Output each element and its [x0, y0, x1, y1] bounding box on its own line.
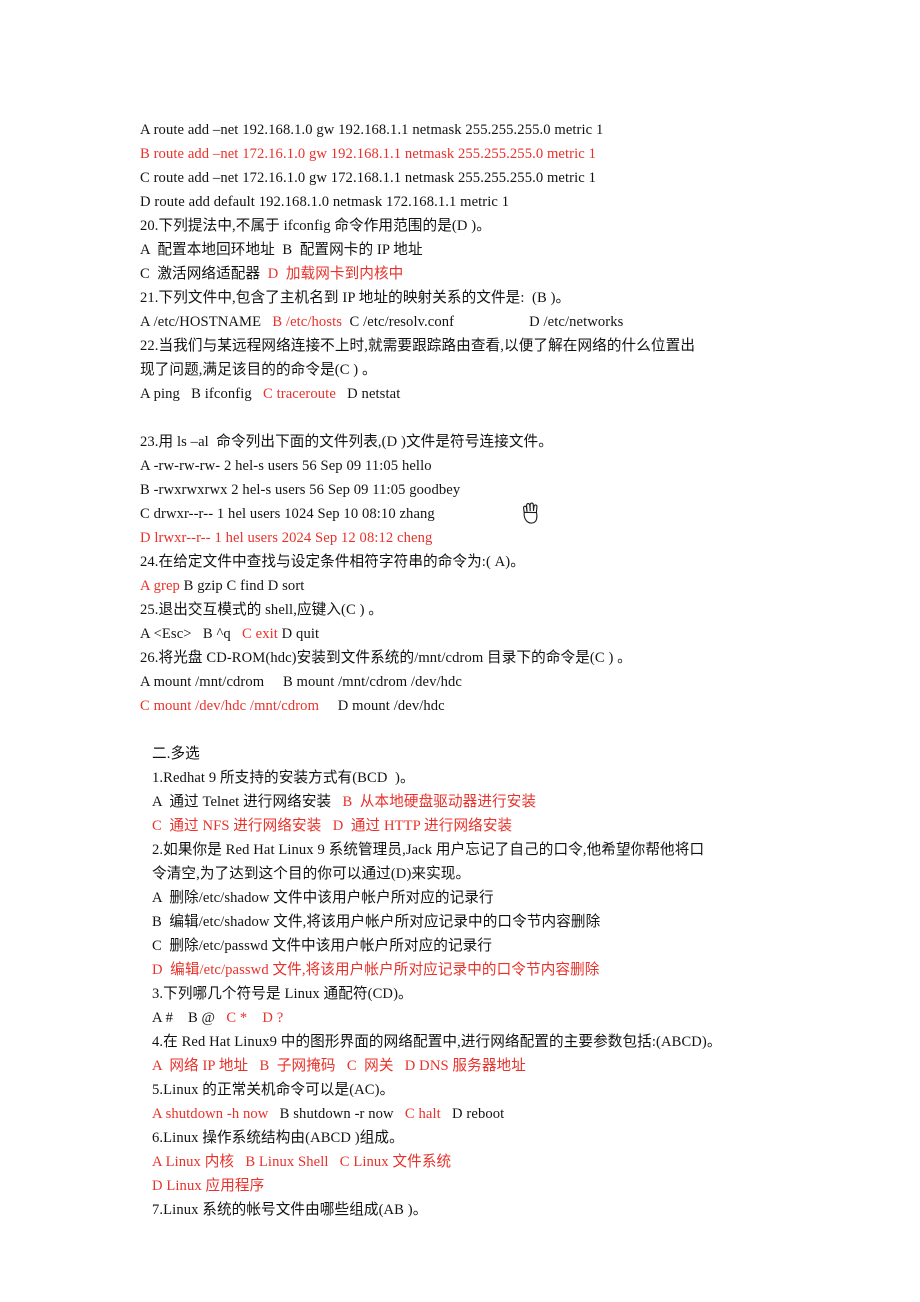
multi-choice-m3-options-seg-0: A # B @ — [152, 1010, 227, 1026]
multi-choice-m4-stem: 4.在 Red Hat Linux9 中的图形界面的网络配置中,进行网络配置的主… — [152, 1034, 722, 1050]
section-two-heading-wrap: 二.多选 — [152, 742, 780, 766]
multi-choice-m3-stem: 3.下列哪几个符号是 Linux 通配符(CD)。 — [152, 986, 413, 1002]
single-choice-q22-stem-2: 现了问题,满足该目的的命令是(C ) 。 — [140, 362, 377, 378]
single-choice-q25-options-seg-2: D quit — [277, 626, 320, 642]
multi-choice-m2-stem-2: 令清空,为了达到这个目的你可以通过(D)来实现。 — [152, 866, 471, 882]
single-choice-q25-options: A <Esc> B ^q C exit D quit — [140, 622, 780, 646]
single-choice-q20-cd: C 激活网络适配器 D 加载网卡到内核中 — [140, 262, 780, 286]
single-choice-q22-options-seg-0: A ping B ifconfig — [140, 386, 263, 402]
document-body: A route add –net 192.168.1.0 gw 192.168.… — [140, 118, 780, 1222]
single-choice-q26-cd-seg-0: C mount /dev/hdc /mnt/cdrom — [140, 698, 320, 714]
single-choice-q19-c: C route add –net 172.16.1.0 gw 172.168.1… — [140, 170, 597, 186]
multi-choice-m2-c: C 删除/etc/passwd 文件中该用户帐户所对应的记录行 — [152, 938, 493, 954]
single-choice-blank-1 — [140, 406, 780, 430]
multi-choice-m5-options-seg-0: A shutdown -h now — [152, 1106, 269, 1122]
section-single-choice: A route add –net 192.168.1.0 gw 192.168.… — [140, 118, 780, 718]
single-choice-q21-options: A /etc/HOSTNAME B /etc/hosts C /etc/reso… — [140, 310, 780, 334]
multi-choice-m2-stem-1: 2.如果你是 Red Hat Linux 9 系统管理员,Jack 用户忘记了自… — [152, 842, 705, 858]
single-choice-q22-options-seg-2: D netstat — [335, 386, 401, 402]
multi-choice-m6-stem: 6.Linux 操作系统结构由(ABCD )组成。 — [152, 1130, 404, 1146]
single-choice-q25-stem: 25.退出交互模式的 shell,应键入(C ) 。 — [140, 602, 383, 618]
single-choice-q26-stem: 26.将光盘 CD-ROM(hdc)安装到文件系统的/mnt/cdrom 目录下… — [140, 650, 632, 666]
single-choice-q21-stem: 21.下列文件中,包含了主机名到 IP 地址的映射关系的文件是: (B )。 — [140, 290, 571, 306]
multi-choice-m5-options: A shutdown -h now B shutdown -r now C ha… — [152, 1102, 780, 1126]
single-choice-q22-stem-1: 22.当我们与某远程网络连接不上时,就需要跟踪路由查看,以便了解在网络的什么位置… — [140, 338, 696, 354]
single-choice-q20-cd-seg-0: C 激活网络适配器 — [140, 266, 268, 282]
multi-choice-m5-options-seg-3: D reboot — [440, 1106, 505, 1122]
single-choice-q21-options-seg-1: B /etc/hosts — [272, 314, 343, 330]
single-choice-q26-cd-seg-1: D mount /dev/hdc — [319, 698, 445, 714]
single-choice-q24-options: A grep B gzip C find D sort — [140, 574, 780, 598]
multi-choice-m5-options-seg-1: B shutdown -r now — [268, 1106, 405, 1122]
single-choice-q20-ab: A 配置本地回环地址 B 配置网卡的 IP 地址 — [140, 242, 423, 258]
single-choice-q24-options-seg-1: B gzip C find D sort — [179, 578, 305, 594]
single-choice-q19-d: D route add default 192.168.1.0 netmask … — [140, 194, 510, 210]
multi-choice-m3-options-seg-1: C * D ? — [226, 1010, 284, 1026]
multi-choice-m2-b: B 编辑/etc/shadow 文件,将该用户帐户所对应记录中的口令节内容删除 — [152, 914, 601, 930]
multi-choice-m4-options: A 网络 IP 地址 B 子网掩码 C 网关 D DNS 服务器地址 — [152, 1058, 526, 1074]
multi-choice-m7-stem: 7.Linux 系统的帐号文件由哪些组成(AB )。 — [152, 1202, 428, 1218]
single-choice-q21-options-seg-2: C /etc/resolv.conf D /etc/networks — [342, 314, 624, 330]
document-page: A route add –net 192.168.1.0 gw 192.168.… — [0, 0, 920, 1302]
section-two-heading: 二.多选 — [152, 746, 200, 762]
single-choice-q25-options-seg-1: C exit — [242, 626, 278, 642]
single-choice-q20-cd-seg-1: D 加载网卡到内核中 — [267, 266, 404, 282]
single-choice-q23-a: A -rw-rw-rw- 2 hel-s users 56 Sep 09 11:… — [140, 458, 432, 474]
multi-choice-m2-d: D 编辑/etc/passwd 文件,将该用户帐户所对应记录中的口令节内容删除 — [152, 962, 600, 978]
single-choice-q24-options-seg-0: A grep — [140, 578, 180, 594]
single-choice-q19-a: A route add –net 192.168.1.0 gw 192.168.… — [140, 122, 604, 138]
single-choice-q20-stem: 20.下列提法中,不属于 ifconfig 命令作用范围的是(D )。 — [140, 218, 491, 234]
single-choice-q22-options: A ping B ifconfig C traceroute D netstat — [140, 382, 780, 406]
section-multiple-choice: 1.Redhat 9 所支持的安装方式有(BCD )。 A 通过 Telnet 进… — [152, 766, 780, 1222]
single-choice-q26-ab: A mount /mnt/cdrom B mount /mnt/cdrom /d… — [140, 674, 462, 690]
single-choice-q21-options-seg-0: A /etc/HOSTNAME — [140, 314, 273, 330]
multi-choice-m2-a: A 删除/etc/shadow 文件中该用户帐户所对应的记录行 — [152, 890, 494, 906]
single-choice-q26-cd: C mount /dev/hdc /mnt/cdrom D mount /dev… — [140, 694, 780, 718]
multi-choice-m1-stem: 1.Redhat 9 所支持的安装方式有(BCD )。 — [152, 770, 415, 786]
single-choice-q19-b: B route add –net 172.16.1.0 gw 192.168.1… — [140, 146, 597, 162]
single-choice-q23-c: C drwxr--r-- 1 hel users 1024 Sep 10 08:… — [140, 506, 435, 522]
single-choice-q23-b: B -rwxrwxrwx 2 hel-s users 56 Sep 09 11:… — [140, 482, 461, 498]
multi-choice-m1-ab-seg-0: A 通过 Telnet 进行网络安装 — [152, 794, 343, 810]
multi-choice-m6-d: D Linux 应用程序 — [152, 1178, 265, 1194]
single-choice-q25-options-seg-0: A <Esc> B ^q — [140, 626, 243, 642]
multi-choice-m5-stem: 5.Linux 的正常关机命令可以是(AC)。 — [152, 1082, 395, 1098]
multi-choice-m1-ab: A 通过 Telnet 进行网络安装 B 从本地硬盘驱动器进行安装 — [152, 790, 780, 814]
multi-choice-m3-options: A # B @ C * D ? — [152, 1006, 780, 1030]
single-choice-q24-stem: 24.在给定文件中查找与设定条件相符字符串的命令为:( A)。 — [140, 554, 525, 570]
single-choice-q23-stem: 23.用 ls –al 命令列出下面的文件列表,(D )文件是符号连接文件。 — [140, 434, 553, 450]
multi-choice-m1-ab-seg-1: B 从本地硬盘驱动器进行安装 — [342, 794, 537, 810]
multi-choice-m5-options-seg-2: C halt — [404, 1106, 441, 1122]
multi-choice-m1-cd: C 通过 NFS 进行网络安装 D 通过 HTTP 进行网络安装 — [152, 818, 513, 834]
single-choice-q22-options-seg-1: C traceroute — [263, 386, 336, 402]
single-choice-q23-d: D lrwxr--r-- 1 hel users 2024 Sep 12 08:… — [140, 530, 433, 546]
multi-choice-m6-abc: A Linux 内核 B Linux Shell C Linux 文件系统 — [152, 1154, 452, 1170]
